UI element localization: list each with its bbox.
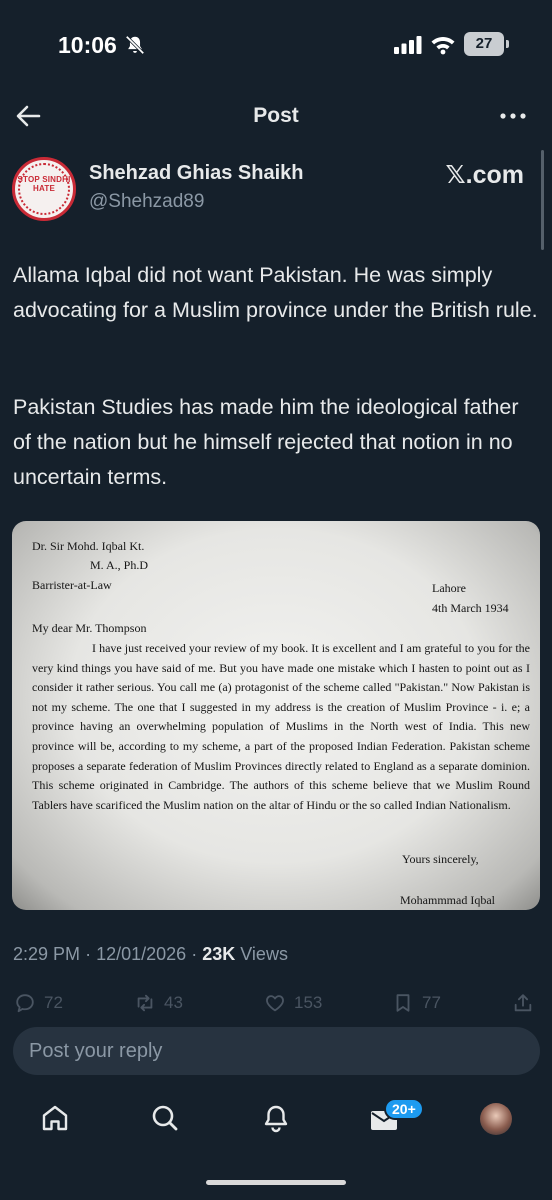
letter-salutation: My dear Mr. Thompson [32, 621, 147, 635]
cellular-signal-icon [394, 36, 422, 54]
more-options-icon[interactable] [498, 102, 528, 130]
author-avatar[interactable]: STOP SINDHI HATE [12, 157, 76, 221]
reply-icon [16, 994, 34, 1013]
profile-avatar[interactable] [480, 1103, 512, 1135]
wifi-icon [431, 37, 455, 55]
post-header: Post [0, 92, 552, 142]
reply-composer[interactable] [13, 1027, 540, 1075]
post-date: 12/01/2026 [96, 944, 187, 964]
letter-date: 4th March 1934 [432, 601, 509, 615]
status-bar: 10:06 27 [0, 0, 552, 88]
repost-icon [137, 994, 153, 1012]
letter-place: Lahore [432, 581, 466, 595]
letter-line-1: Dr. Sir Mohd. Iqbal Kt. [32, 539, 145, 553]
author-name[interactable]: Shehzad Ghias Shaikh [89, 162, 304, 185]
search-icon[interactable] [149, 1102, 181, 1134]
bottom-tab-bar [0, 1090, 552, 1150]
letter-closing: Yours sincerely, [402, 852, 479, 866]
meta-separator: · [85, 944, 92, 964]
reply-button[interactable]: 72 [14, 988, 63, 1018]
post-paragraph-1: Allama Iqbal did not want Pakistan. He w… [13, 263, 538, 322]
bell-off-icon [125, 35, 145, 55]
page-title: Post [253, 104, 299, 127]
post-actions: 72 43 153 77 [0, 988, 552, 1018]
home-icon[interactable] [39, 1102, 71, 1134]
battery-cap [506, 40, 509, 48]
bookmark-icon [396, 994, 410, 1012]
bookmark-button[interactable]: 77 [392, 988, 441, 1018]
like-button[interactable]: 153 [264, 988, 322, 1018]
letter-line-3: Barrister-at-Law [32, 578, 112, 592]
status-time: 10:06 [58, 32, 117, 58]
reply-count: 72 [44, 993, 63, 1012]
author-handle[interactable]: @Shehzad89 [89, 191, 204, 213]
bookmark-count: 77 [422, 993, 441, 1012]
post-media-letter-image[interactable]: Dr. Sir Mohd. Iqbal Kt. M. A., Ph.D Barr… [12, 521, 540, 910]
share-button[interactable] [512, 988, 534, 1018]
letter-body: I have just received your review of my b… [32, 641, 530, 812]
source-label: 𝕏.com [445, 161, 525, 189]
share-icon [514, 994, 532, 1012]
post-paragraph-2: Pakistan Studies has made him the ideolo… [13, 395, 519, 489]
notifications-icon[interactable] [260, 1102, 292, 1134]
post-meta: 2:29 PM · 12/01/2026 · 23K Views [13, 944, 288, 965]
battery-indicator: 27 [464, 32, 504, 56]
post-time: 2:29 PM [13, 944, 81, 964]
heart-icon [266, 995, 284, 1012]
scrollbar[interactable] [541, 150, 544, 250]
letter-signature: Mohammmad Iqbal [400, 893, 495, 907]
views-label: Views [240, 944, 288, 964]
repost-button[interactable]: 43 [134, 988, 183, 1018]
messages-badge: 20+ [384, 1098, 424, 1120]
letter-line-2: M. A., Ph.D [90, 558, 149, 572]
repost-count: 43 [164, 993, 183, 1012]
meta-separator: · [191, 944, 198, 964]
home-indicator[interactable] [206, 1180, 346, 1185]
avatar-logo-text: STOP SINDHI HATE [17, 175, 71, 193]
views-count: 23K [202, 944, 236, 964]
reply-input[interactable] [29, 1027, 524, 1075]
like-count: 153 [294, 993, 323, 1012]
